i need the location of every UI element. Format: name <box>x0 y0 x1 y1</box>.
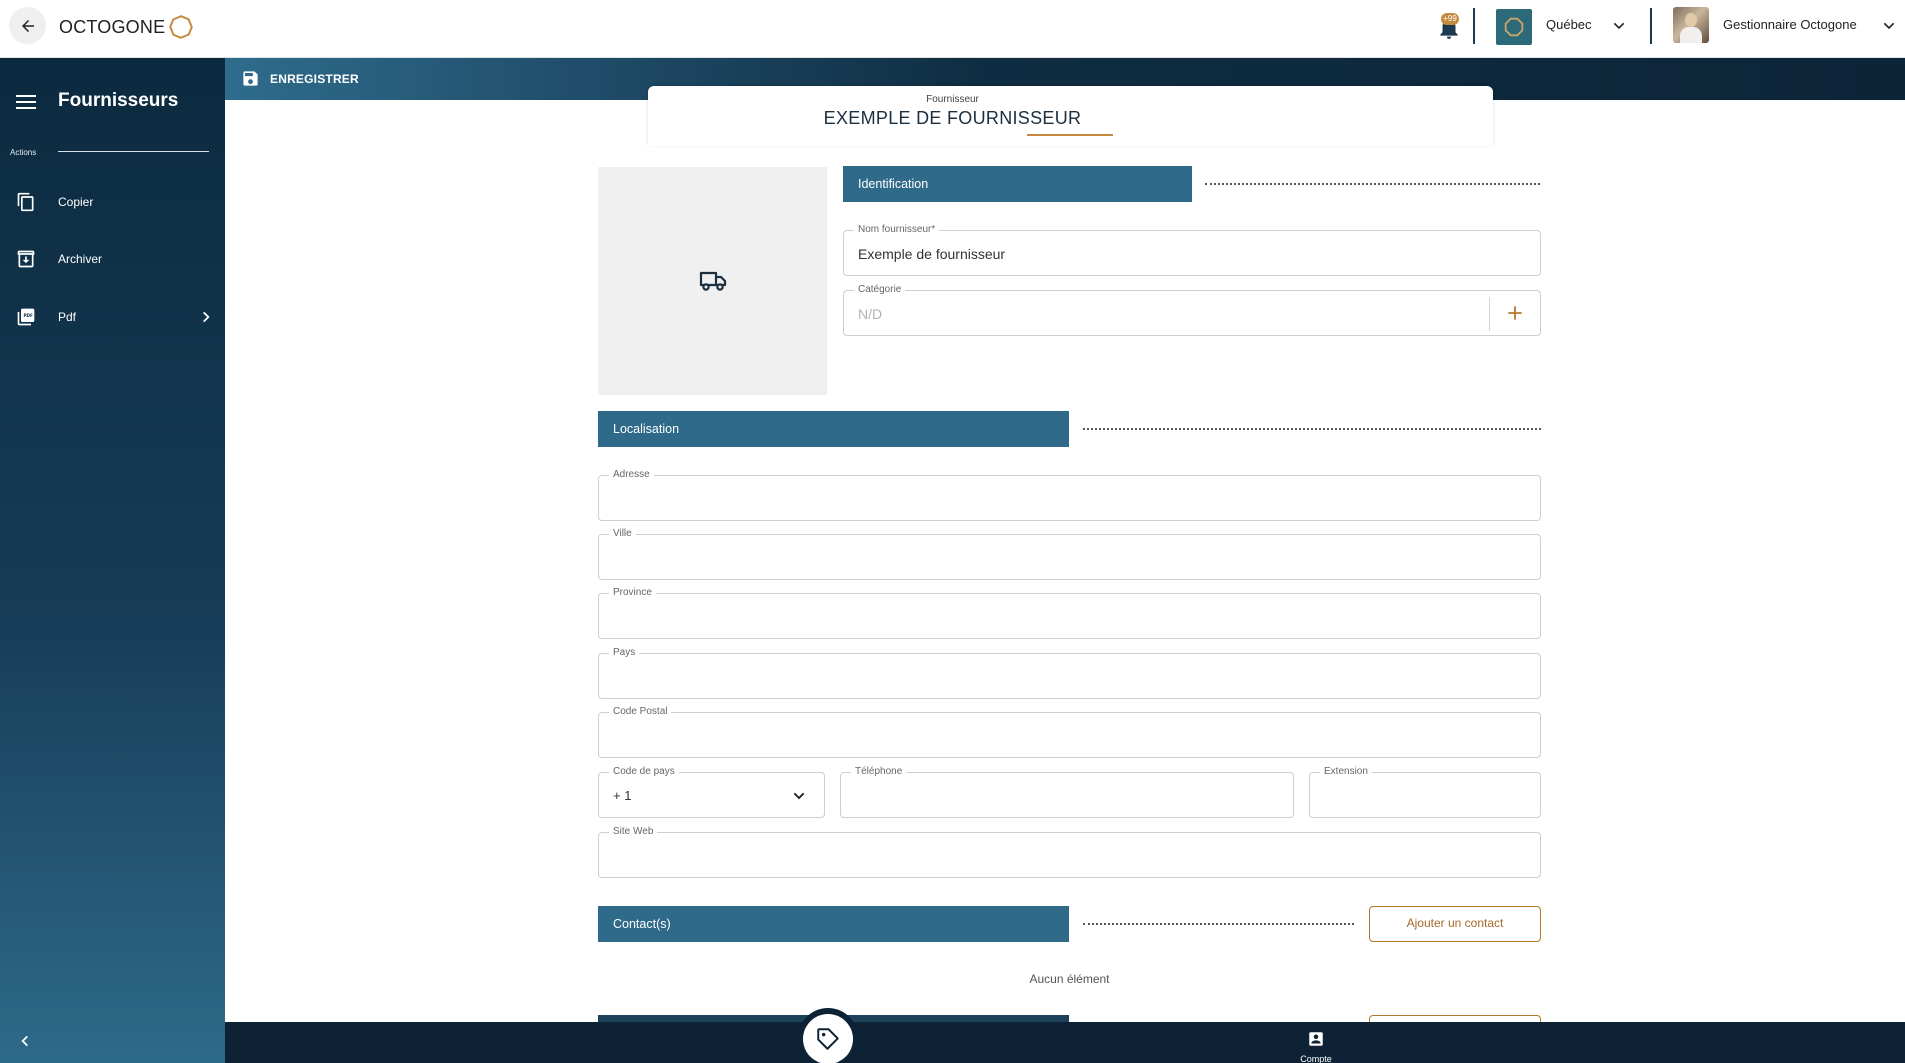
pdf-icon: PDF <box>17 308 35 326</box>
organization-selector[interactable]: Québec <box>1546 17 1592 32</box>
country-code-value: + 1 <box>613 788 632 803</box>
floppy-disk-icon <box>243 71 258 86</box>
chevron-down-icon[interactable] <box>1881 18 1897 34</box>
organization-logo[interactable] <box>1496 9 1532 45</box>
save-label: ENREGISTRER <box>270 71 359 86</box>
chevron-down-icon[interactable] <box>1611 18 1627 34</box>
account-nav-item[interactable]: Compte <box>1296 1030 1336 1063</box>
country-code-select[interactable]: Code de pays + 1 <box>598 766 825 818</box>
supplier-name-field[interactable]: Nom fournisseur* Exemple de fournisseur <box>843 224 1541 276</box>
page-kicker: Fournisseur <box>926 94 979 105</box>
sidebar: Fournisseurs Actions Copier Archiver PDF… <box>0 58 225 1063</box>
field-label: Catégorie <box>854 284 906 296</box>
field-label: Code de pays <box>609 766 679 778</box>
account-label: Compte <box>1300 1054 1332 1063</box>
supplier-name-value: Exemple de fournisseur <box>858 246 1006 262</box>
add-contact-button[interactable]: Ajouter un contact <box>1369 906 1541 942</box>
field-label: Code Postal <box>609 706 672 718</box>
svg-text:PDF: PDF <box>24 313 33 318</box>
sidebar-item-pdf[interactable]: PDF Pdf <box>0 297 225 337</box>
actions-label: Actions <box>10 148 37 157</box>
dotted-separator <box>1083 428 1541 430</box>
octagon-logo-icon <box>169 15 194 39</box>
account-icon <box>1309 1032 1323 1046</box>
category-placeholder: N/D <box>858 306 883 322</box>
divider <box>1489 297 1490 331</box>
sidebar-item-archive[interactable]: Archiver <box>0 239 225 279</box>
octagon-icon <box>1504 17 1524 37</box>
back-button[interactable] <box>9 7 46 44</box>
category-field[interactable]: Catégorie N/D <box>843 284 1541 336</box>
truck-icon <box>699 271 726 291</box>
field-label: Site Web <box>609 826 658 838</box>
field-label: Province <box>609 587 656 599</box>
city-field[interactable]: Ville <box>598 528 1541 580</box>
address-field[interactable]: Adresse <box>598 469 1541 521</box>
brand-logo: OCTOGONE <box>59 15 194 39</box>
brand-name: OCTOGONE <box>59 16 166 37</box>
section-contacts-header: Contact(s) <box>598 906 1069 942</box>
tag-fab-button[interactable] <box>803 1014 853 1063</box>
divider <box>1650 8 1652 44</box>
dotted-separator <box>1205 183 1540 185</box>
arrow-left-icon <box>21 19 34 32</box>
sidebar-item-label: Pdf <box>58 310 77 324</box>
country-field[interactable]: Pays <box>598 647 1541 699</box>
empty-contacts-text: Aucun élément <box>1029 972 1110 986</box>
field-label: Téléphone <box>851 766 907 778</box>
add-category-plus-icon[interactable] <box>1505 303 1525 323</box>
dotted-separator <box>1083 923 1354 925</box>
title-underline <box>1027 134 1113 136</box>
extension-field[interactable]: Extension <box>1309 766 1541 818</box>
archive-icon <box>17 250 35 268</box>
collapse-sidebar-icon[interactable] <box>18 1034 32 1048</box>
field-label: Pays <box>609 647 640 659</box>
save-button[interactable]: ENREGISTRER <box>241 69 359 88</box>
divider <box>58 151 209 152</box>
sidebar-item-copy[interactable]: Copier <box>0 182 225 222</box>
page-title: EXEMPLE DE FOURNISSEUR <box>823 108 1082 128</box>
user-avatar[interactable] <box>1673 7 1709 43</box>
top-bar: OCTOGONE +99 Québec Gestionnaire Octogon… <box>0 0 1905 58</box>
divider <box>1473 8 1475 44</box>
section-identification-header: Identification <box>843 166 1192 202</box>
tag-icon <box>817 1028 839 1050</box>
section-location-header: Localisation <box>598 411 1069 447</box>
bottom-navigation-bar <box>225 1022 1905 1063</box>
notification-badge: +99 <box>1441 13 1459 25</box>
postal-code-field[interactable]: Code Postal <box>598 706 1541 758</box>
field-label: Nom fournisseur* <box>854 224 940 236</box>
sidebar-item-label: Copier <box>58 195 94 209</box>
copy-icon <box>17 192 34 212</box>
province-field[interactable]: Province <box>598 587 1541 639</box>
supplier-image-placeholder[interactable] <box>598 167 827 395</box>
field-label: Extension <box>1320 766 1372 778</box>
user-menu[interactable]: Gestionnaire Octogone <box>1723 17 1857 32</box>
field-label: Ville <box>609 528 636 540</box>
website-field[interactable]: Site Web <box>598 826 1541 878</box>
field-label: Adresse <box>609 469 654 481</box>
phone-field[interactable]: Téléphone <box>840 766 1294 818</box>
chevron-right-icon <box>203 311 210 323</box>
sidebar-item-label: Archiver <box>58 252 103 266</box>
chevron-down-icon <box>793 792 805 800</box>
